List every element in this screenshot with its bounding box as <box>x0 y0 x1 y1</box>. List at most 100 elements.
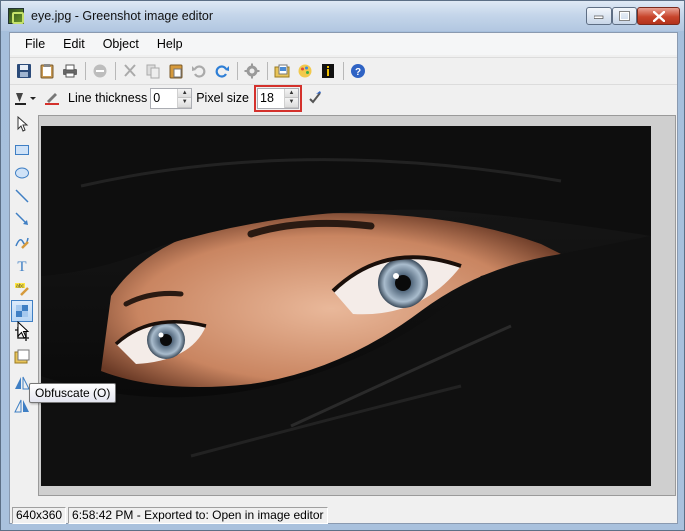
spin-up-icon[interactable]: ▲ <box>178 88 192 98</box>
menu-bar: File Edit Object Help <box>10 33 677 55</box>
line-thickness-label: Line thickness <box>68 91 148 105</box>
menu-edit[interactable]: Edit <box>54 34 94 54</box>
svg-text:abc: abc <box>16 284 25 290</box>
tool-obfuscate[interactable] <box>11 300 33 322</box>
info-button[interactable] <box>317 60 339 82</box>
redo-button[interactable] <box>211 60 233 82</box>
line-thickness-spinner[interactable]: ▲ ▼ <box>150 87 193 109</box>
redo-icon <box>215 64 229 78</box>
tool-highlight[interactable]: abc <box>11 277 33 299</box>
properties-bar: Line thickness ▲ ▼ Pixel size ▲ ▼ <box>10 84 677 112</box>
svg-text:T: T <box>17 259 26 273</box>
svg-text:?: ? <box>355 67 361 78</box>
ellipse-icon <box>15 167 29 179</box>
open-file-icon <box>274 64 290 77</box>
greenshot-app-icon[interactable] <box>8 8 24 24</box>
undo-button[interactable] <box>188 60 210 82</box>
print-icon <box>63 64 77 77</box>
tool-line[interactable] <box>11 185 33 207</box>
pen-check-icon <box>309 91 322 104</box>
menu-object[interactable]: Object <box>94 34 148 54</box>
color-picker-button[interactable] <box>294 60 316 82</box>
editor-window: eye.jpg - Greenshot image editor File Ed… <box>0 0 685 531</box>
help-icon: ? <box>351 63 365 78</box>
toolbar-separator <box>237 61 238 80</box>
cursor-icon <box>17 116 29 132</box>
spin-down-icon[interactable]: ▼ <box>285 98 299 108</box>
spin-up-icon[interactable]: ▲ <box>285 88 299 98</box>
toolbar-separator <box>267 61 268 80</box>
pixel-size-input[interactable] <box>258 88 285 108</box>
pen-color-icon <box>45 93 59 105</box>
settings-button[interactable] <box>241 60 263 82</box>
tool-image[interactable] <box>11 346 33 368</box>
maximize-button[interactable] <box>612 7 637 25</box>
clipboard-icon <box>40 63 54 78</box>
flip-vertical-icon <box>14 399 29 413</box>
print-button[interactable] <box>59 60 81 82</box>
delete-button[interactable] <box>89 60 111 82</box>
arrow-icon <box>15 212 28 225</box>
tool-text[interactable]: T <box>11 254 33 276</box>
editor-image[interactable] <box>41 126 651 486</box>
window-title: eye.jpg - Greenshot image editor <box>31 9 214 23</box>
pixel-size-arrows[interactable]: ▲ ▼ <box>284 88 299 108</box>
help-button[interactable]: ? <box>347 60 369 82</box>
fill-color-button[interactable] <box>12 87 40 109</box>
menu-file[interactable]: File <box>16 34 54 54</box>
paste-button[interactable] <box>165 60 187 82</box>
image-dimensions: 640x360 <box>12 506 67 524</box>
tool-select[interactable] <box>11 113 33 135</box>
mouse-pointer-icon <box>17 321 30 339</box>
cut-button[interactable] <box>119 60 141 82</box>
tools-bar: T abc <box>10 113 36 509</box>
eye-photo-illustration <box>41 126 651 486</box>
minimize-icon <box>594 15 604 19</box>
line-thickness-input[interactable] <box>151 88 178 108</box>
title-bar[interactable]: eye.jpg - Greenshot image editor <box>1 1 684 31</box>
copy-to-clipboard-button[interactable] <box>36 60 58 82</box>
text-icon: T <box>17 259 26 273</box>
undo-icon <box>192 64 206 78</box>
line-thickness-arrows[interactable]: ▲ ▼ <box>177 88 192 108</box>
close-icon <box>652 10 665 22</box>
tool-freehand[interactable] <box>11 231 33 253</box>
freehand-icon <box>15 237 29 249</box>
toolbar-separator <box>115 61 116 80</box>
paste-icon <box>169 64 183 78</box>
main-toolbar: ? <box>10 57 677 83</box>
status-message: 6:58:42 PM - Exported to: Open in image … <box>68 506 328 524</box>
pixel-size-label: Pixel size <box>196 91 250 105</box>
obfuscate-tooltip: Obfuscate (O) <box>29 383 117 403</box>
delete-icon <box>93 64 107 77</box>
image-canvas[interactable] <box>38 115 676 496</box>
maximize-icon <box>619 11 630 21</box>
open-file-button[interactable] <box>271 60 293 82</box>
pixel-size-highlight: ▲ ▼ <box>254 84 303 112</box>
status-bar: 640x360 6:58:42 PM - Exported to: Open i… <box>10 506 677 524</box>
pixel-size-spinner[interactable]: ▲ ▼ <box>257 87 300 109</box>
highlighter-icon: abc <box>15 283 29 296</box>
cut-icon <box>124 63 136 77</box>
obfuscate-icon <box>16 305 28 317</box>
copy-icon <box>146 64 160 78</box>
spin-down-icon[interactable]: ▼ <box>178 98 192 108</box>
tool-rectangle[interactable] <box>11 139 33 161</box>
flip-horizontal-icon <box>15 376 30 390</box>
line-color-button[interactable] <box>41 87 63 109</box>
color-icon <box>298 64 312 77</box>
tool-arrow[interactable] <box>11 208 33 230</box>
tool-ellipse[interactable] <box>11 162 33 184</box>
line-icon <box>15 189 29 203</box>
settings-icon <box>244 63 260 78</box>
rectangle-icon <box>15 145 29 155</box>
minimize-button[interactable] <box>586 7 612 25</box>
fill-color-dropdown-icon <box>15 93 36 105</box>
menu-help[interactable]: Help <box>148 34 192 54</box>
save-button[interactable] <box>13 60 35 82</box>
toolbar-separator <box>85 61 86 80</box>
confirm-button[interactable] <box>304 87 326 109</box>
close-button[interactable] <box>637 7 680 25</box>
editor-client-area: File Edit Object Help ? Line thickness 0… <box>9 32 678 524</box>
copy-button[interactable] <box>142 60 164 82</box>
